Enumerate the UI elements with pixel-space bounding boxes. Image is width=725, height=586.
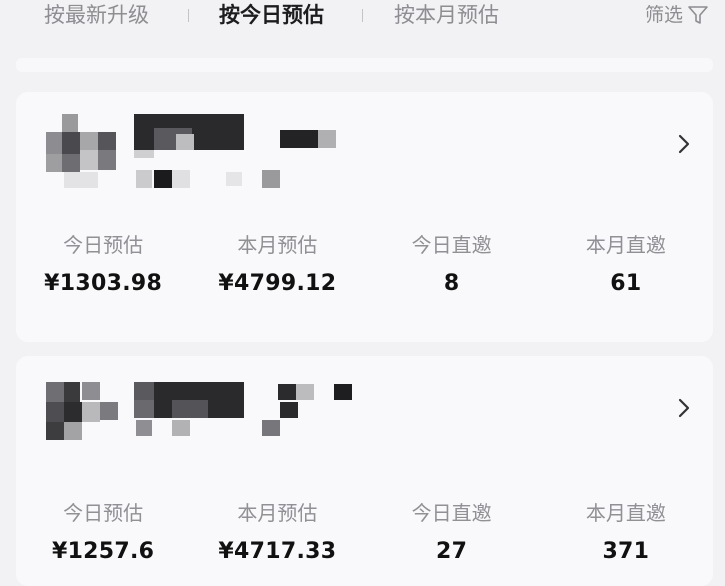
- list-top-strip: [16, 58, 713, 72]
- stat-today-invites: 今日直邀 27: [365, 484, 539, 584]
- member-card-header[interactable]: [16, 92, 713, 204]
- stat-today-invites: 今日直邀 8: [365, 216, 539, 316]
- stats-row: 今日预估 ¥1257.6 本月预估 ¥4717.33 今日直邀 27 本月直邀 …: [16, 484, 713, 584]
- tab-sort-latest-upgrade[interactable]: 按最新升级: [44, 0, 149, 30]
- member-card-header[interactable]: [16, 356, 713, 468]
- stat-value: ¥4717.33: [218, 539, 337, 564]
- member-card[interactable]: 今日预估 ¥1257.6 本月预估 ¥4717.33 今日直邀 27 本月直邀 …: [16, 356, 713, 586]
- redacted-member-name: [134, 382, 364, 462]
- avatar: [46, 382, 136, 462]
- chevron-right-icon[interactable]: [677, 132, 691, 156]
- stat-today-estimate: 今日预估 ¥1257.6: [16, 484, 190, 584]
- stat-month-estimate: 本月预估 ¥4717.33: [190, 484, 364, 584]
- stat-label: 今日预估: [63, 501, 144, 525]
- stats-row: 今日预估 ¥1303.98 本月预估 ¥4799.12 今日直邀 8 本月直邀 …: [16, 216, 713, 316]
- stat-label: 今日直邀: [411, 233, 492, 257]
- stat-label: 本月直邀: [585, 233, 666, 257]
- stat-label: 本月预估: [237, 501, 318, 525]
- stat-label: 本月预估: [237, 233, 318, 257]
- member-card[interactable]: 今日预估 ¥1303.98 本月预估 ¥4799.12 今日直邀 8 本月直邀 …: [16, 92, 713, 342]
- tab-sort-today-estimate[interactable]: 按今日预估: [219, 0, 324, 30]
- sort-filter-bar: 按最新升级 按今日预估 按本月预估 筛选: [0, 0, 725, 34]
- stat-month-invites: 本月直邀 371: [539, 484, 713, 584]
- redacted-member-name: [134, 114, 364, 194]
- filter-label: 筛选: [644, 4, 683, 26]
- stat-month-invites: 本月直邀 61: [539, 216, 713, 316]
- funnel-icon: [687, 4, 709, 26]
- stat-label: 今日直邀: [411, 501, 492, 525]
- tab-divider: [188, 9, 189, 22]
- stat-value: 371: [602, 539, 650, 564]
- stat-month-estimate: 本月预估 ¥4799.12: [190, 216, 364, 316]
- filter-button[interactable]: 筛选: [645, 0, 709, 30]
- tab-sort-month-estimate[interactable]: 按本月预估: [394, 0, 499, 30]
- stat-today-estimate: 今日预估 ¥1303.98: [16, 216, 190, 316]
- tab-divider: [362, 9, 363, 22]
- stat-value: 61: [610, 271, 642, 296]
- stat-value: 27: [436, 539, 468, 564]
- stat-value: ¥1257.6: [51, 539, 155, 564]
- avatar: [46, 114, 136, 194]
- stat-value: ¥1303.98: [44, 271, 163, 296]
- stat-value: ¥4799.12: [218, 271, 337, 296]
- stat-label: 今日预估: [63, 233, 144, 257]
- stat-label: 本月直邀: [585, 501, 666, 525]
- chevron-right-icon[interactable]: [677, 396, 691, 420]
- stat-value: 8: [443, 271, 460, 296]
